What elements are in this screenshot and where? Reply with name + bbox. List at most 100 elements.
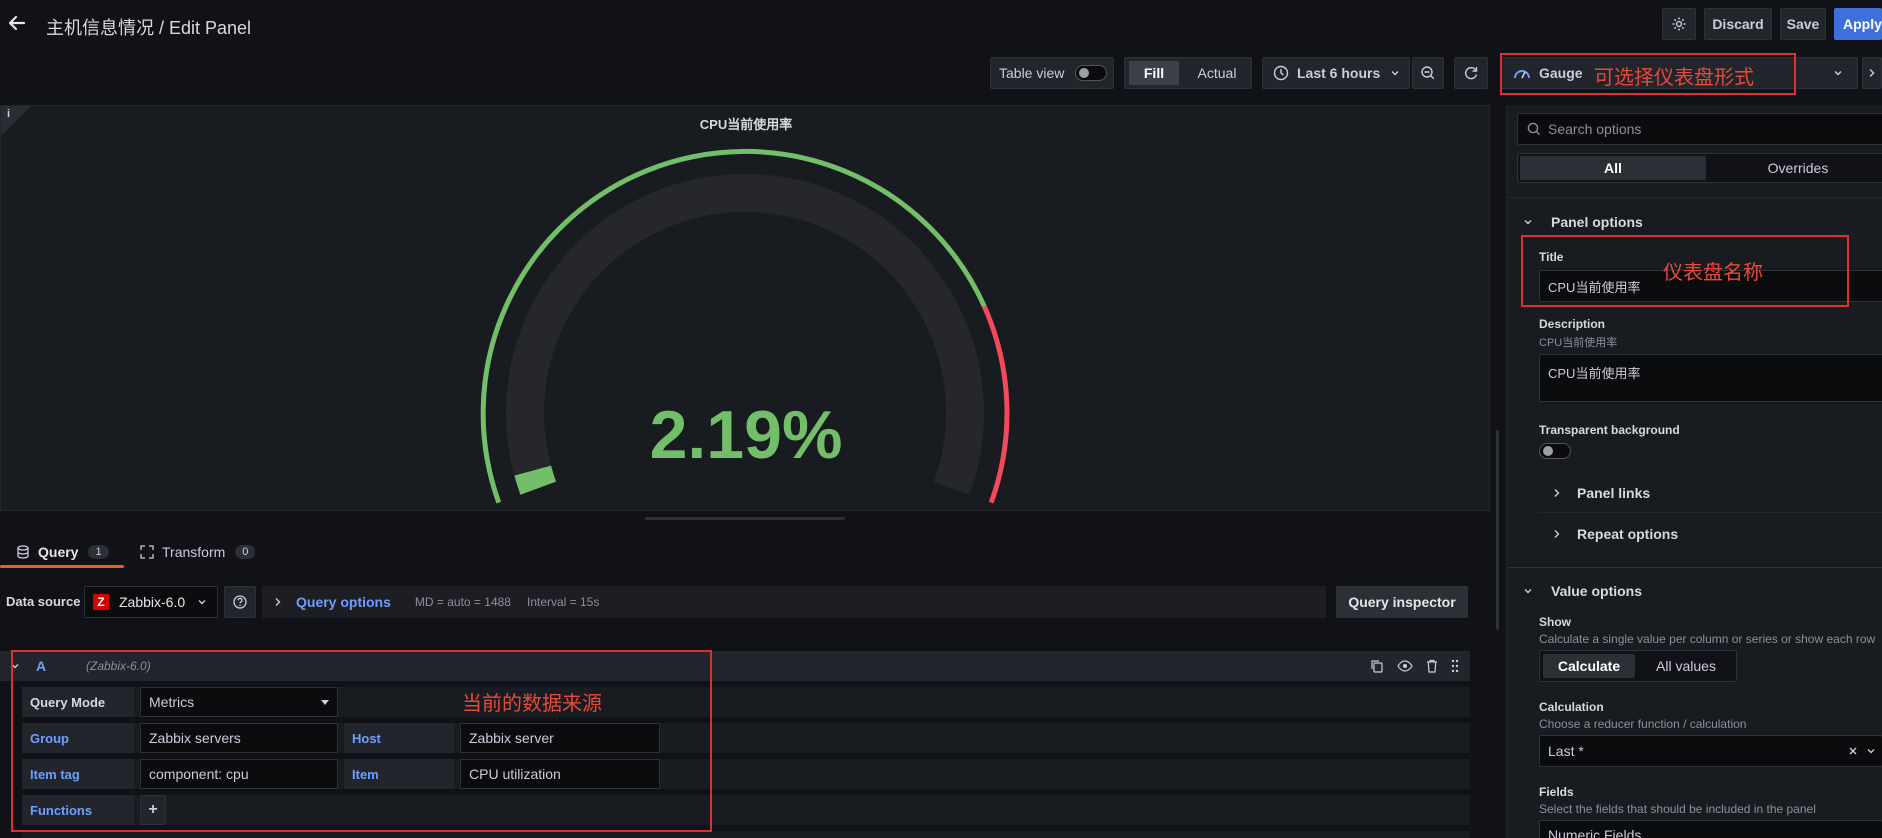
tab-transform-count: 0 <box>235 545 256 559</box>
item-tag-label: Item tag <box>22 759 134 789</box>
chevron-down-icon <box>1523 586 1533 596</box>
apply-button[interactable]: Apply <box>1834 8 1882 40</box>
tab-query[interactable]: Query 1 <box>0 536 124 568</box>
panel-links-row[interactable]: Panel links <box>1539 473 1882 513</box>
datasource-label: Data source <box>6 594 81 609</box>
chevron-down-icon <box>1390 68 1400 78</box>
query-options-label[interactable]: Query options <box>296 594 391 610</box>
table-view-switch[interactable] <box>1075 65 1107 81</box>
panel-links-label: Panel links <box>1577 484 1651 501</box>
repeat-options-row[interactable]: Repeat options <box>1539 514 1882 554</box>
tab-query-underline <box>0 565 124 568</box>
transparent-background-label: Transparent background <box>1539 423 1680 437</box>
tab-overrides[interactable]: Overrides <box>1708 156 1882 180</box>
options-pane: Search options All Overrides Panel optio… <box>1506 105 1882 838</box>
query-options-bar[interactable]: Query options MD = auto = 1488 Interval … <box>262 586 1326 618</box>
query-mode-label: Query Mode <box>22 687 134 717</box>
copy-icon[interactable] <box>1370 659 1384 673</box>
zoom-out-button[interactable] <box>1412 57 1444 89</box>
datasource-row: Data source Z Zabbix-6.0 Query options M… <box>0 585 1490 619</box>
back-arrow-icon[interactable] <box>6 12 28 34</box>
chevron-down-icon <box>1866 746 1876 756</box>
fields-select[interactable]: Numeric Fields <box>1539 820 1882 838</box>
chevron-right-icon <box>1553 488 1561 498</box>
tab-transform[interactable]: Transform 0 <box>140 536 270 568</box>
datasource-name: Zabbix-6.0 <box>119 594 186 610</box>
eye-icon[interactable] <box>1397 659 1413 673</box>
clock-icon <box>1273 65 1289 81</box>
source-annotation-text: 当前的数据来源 <box>462 691 602 715</box>
all-values-option[interactable]: All values <box>1638 654 1734 678</box>
options-divider <box>1507 567 1882 568</box>
repeat-options-label: Repeat options <box>1577 526 1679 542</box>
zoom-out-icon <box>1420 65 1436 81</box>
chevron-right-icon <box>1868 68 1876 78</box>
caret-down-icon <box>321 700 329 706</box>
group-label: Group <box>22 723 134 753</box>
host-input[interactable]: Zabbix server <box>460 723 660 753</box>
collapse-icon[interactable] <box>10 661 20 671</box>
chevron-right-icon <box>1553 529 1561 539</box>
datasource-picker[interactable]: Z Zabbix-6.0 <box>84 586 218 618</box>
gauge-icon <box>1513 66 1531 80</box>
query-inspector-button[interactable]: Query inspector <box>1336 586 1468 618</box>
query-mode-value: Metrics <box>149 694 195 710</box>
tab-transform-label: Transform <box>162 544 226 560</box>
value-options-header[interactable]: Value options <box>1551 583 1642 599</box>
search-icon <box>1527 122 1541 136</box>
calculation-select[interactable]: Last * <box>1539 735 1882 767</box>
database-icon <box>16 545 30 559</box>
settings-button[interactable] <box>1662 8 1696 40</box>
trash-icon[interactable] <box>1426 659 1438 673</box>
group-input[interactable]: Zabbix servers <box>140 723 338 753</box>
panel-options-header[interactable]: Panel options <box>1551 214 1643 230</box>
calculation-value: Last * <box>1548 743 1584 759</box>
max-datapoints-info: MD = auto = 1488 <box>414 595 511 609</box>
actual-button[interactable]: Actual <box>1185 61 1249 85</box>
next-query-strip <box>22 831 1470 838</box>
item-label: Item <box>344 759 454 789</box>
query-ref-id[interactable]: A <box>36 658 46 674</box>
time-range-label: Last 6 hours <box>1297 65 1381 81</box>
calculate-option[interactable]: Calculate <box>1543 654 1635 678</box>
transparent-background-switch[interactable] <box>1539 443 1571 459</box>
fields-description: Select the fields that should be include… <box>1539 802 1816 816</box>
host-label: Host <box>344 723 454 753</box>
transform-icon <box>140 545 154 559</box>
fill-button[interactable]: Fill <box>1129 61 1179 85</box>
discard-button[interactable]: Discard <box>1704 8 1772 40</box>
search-options-input[interactable]: Search options <box>1517 113 1882 145</box>
gear-icon <box>1671 16 1687 32</box>
collapse-options-button[interactable] <box>1862 57 1882 89</box>
datasource-help-button[interactable] <box>224 586 256 618</box>
chevron-down-icon <box>1523 217 1533 227</box>
query-a-header: A (Zabbix-6.0) <box>0 651 1470 681</box>
query-mode-select[interactable]: Metrics <box>140 687 338 717</box>
interval-info: Interval = 15s <box>526 595 600 609</box>
refresh-icon <box>1463 65 1479 81</box>
refresh-button[interactable] <box>1454 57 1488 89</box>
top-header: 主机信息情况 / Edit Panel Discard Save Apply <box>0 0 1882 44</box>
preview-resize-handle[interactable] <box>645 517 845 520</box>
question-circle-icon <box>233 595 247 609</box>
chevron-down-icon <box>197 597 207 607</box>
table-view-toggle[interactable]: Table view <box>990 57 1114 89</box>
gauge-annotation-text: 可选择仪表盘形式 <box>1594 65 1754 89</box>
time-range-picker[interactable]: Last 6 hours <box>1262 57 1410 89</box>
item-input[interactable]: CPU utilization <box>460 759 660 789</box>
tab-query-label: Query <box>38 544 79 560</box>
table-view-label: Table view <box>999 65 1065 81</box>
clear-icon[interactable] <box>1848 746 1858 756</box>
drag-handle-icon[interactable] <box>1450 659 1460 673</box>
description-textarea[interactable]: CPU当前使用率 <box>1539 354 1882 402</box>
functions-label: Functions <box>22 795 134 825</box>
tab-all[interactable]: All <box>1520 156 1706 180</box>
options-resize-handle[interactable] <box>1496 430 1499 630</box>
calculation-description: Choose a reducer function / calculation <box>1539 717 1747 731</box>
chevron-right-icon <box>274 597 282 607</box>
save-button[interactable]: Save <box>1780 8 1826 40</box>
options-tab-bar: All Overrides <box>1517 153 1882 183</box>
item-tag-input[interactable]: component: cpu <box>140 759 338 789</box>
panel-preview: i CPU当前使用率 2.19% <box>0 105 1490 511</box>
add-function-button[interactable]: + <box>140 795 166 825</box>
